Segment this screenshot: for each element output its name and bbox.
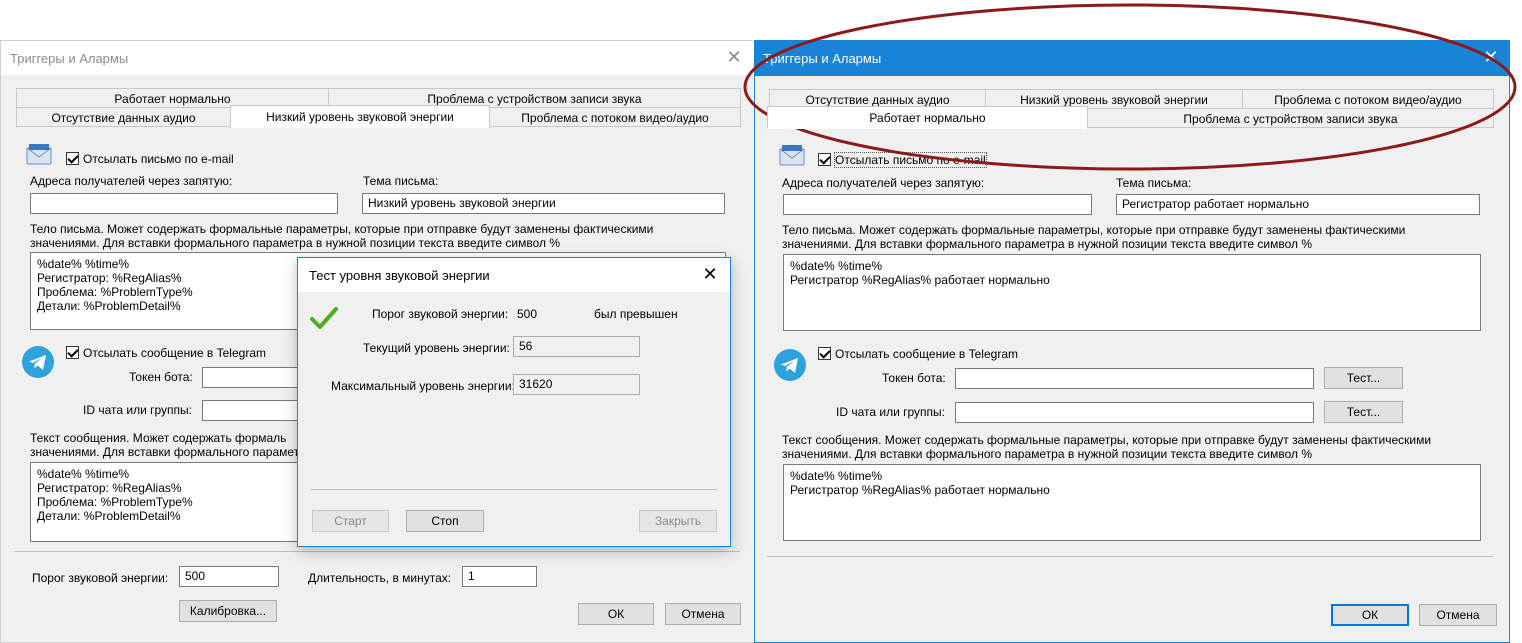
subject-input[interactable]: Низкий уровень звуковой энергии: [362, 193, 725, 214]
tab-normal[interactable]: Работает нормально: [767, 106, 1088, 129]
subject-input[interactable]: Регистратор работает нормально: [1116, 194, 1480, 215]
envelope-icon: [779, 145, 805, 166]
telegram-msg-textarea[interactable]: %date% %time% Регистратор %RegAlias% раб…: [783, 464, 1481, 541]
start-button[interactable]: Старт: [312, 510, 389, 532]
close-icon[interactable]: ✕: [698, 262, 722, 286]
msg-hint-line2: значениями. Для вставки формального пара…: [782, 447, 1313, 461]
dlg-threshold-label: Порог звуковой энергии:: [372, 307, 509, 321]
dlg-current-value: 56: [513, 336, 640, 357]
threshold-input[interactable]: 500: [179, 566, 279, 587]
right-titlebar: Триггеры и Алармы ✕: [755, 41, 1509, 76]
body-hint-line2: значениями. Для вставки формального пара…: [782, 237, 1313, 251]
msg-hint-line1: Текст сообщения. Может содержать формаль: [30, 431, 287, 445]
ok-button[interactable]: ОК: [1331, 604, 1409, 626]
tab-stream-problem[interactable]: Проблема с потоком видео/аудио: [1242, 89, 1494, 109]
tab-audio-device-problem[interactable]: Проблема с устройством записи звука: [1087, 108, 1494, 128]
separator: [14, 551, 740, 552]
calibrate-button[interactable]: Калибровка...: [179, 600, 277, 622]
msg-hint-line2: значениями. Для вставки формального пара…: [30, 445, 306, 459]
checkmark-icon: [310, 307, 338, 329]
body-hint-line1: Тело письма. Может содержать формальные …: [30, 222, 654, 236]
tab-low-energy[interactable]: Низкий уровень звуковой энергии: [230, 105, 490, 128]
envelope-icon: [26, 144, 52, 165]
tab-stream-problem[interactable]: Проблема с потоком видео/аудио: [489, 107, 741, 127]
chat-id-label: ID чата или группы:: [83, 403, 192, 417]
close-button[interactable]: Закрыть: [639, 510, 717, 532]
dlg-threshold-status: был превышен: [594, 307, 678, 321]
threshold-label: Порог звуковой энергии:: [32, 571, 169, 585]
telegram-msg-textarea[interactable]: %date% %time% Регистратор: %RegAlias% Пр…: [30, 462, 320, 542]
bot-token-label: Токен бота:: [882, 371, 946, 385]
chat-id-label: ID чата или группы:: [836, 405, 945, 419]
left-window-title: Триггеры и Алармы: [10, 51, 129, 66]
stop-button[interactable]: Стоп: [406, 510, 484, 532]
body-hint-line1: Тело письма. Может содержать формальные …: [782, 223, 1406, 237]
bot-token-input[interactable]: [955, 368, 1314, 389]
telegram-checkbox[interactable]: [818, 347, 831, 360]
tab-no-audio-data[interactable]: Отсутствие данных аудио: [16, 107, 231, 127]
email-checkbox-label: Отсылать письмо по e-mail: [834, 152, 987, 168]
msg-hint-line1: Текст сообщения. Может содержать формаль…: [782, 433, 1432, 447]
email-body-textarea[interactable]: %date% %time% Регистратор %RegAlias% раб…: [783, 254, 1481, 331]
cancel-button[interactable]: Отмена: [1419, 604, 1497, 626]
dlg-threshold-value: 500: [517, 307, 538, 321]
body-hint-line2: значениями. Для вставки формального пара…: [30, 236, 561, 250]
chat-id-input[interactable]: [955, 402, 1314, 423]
dlg-max-label: Максимальный уровень энергии:: [331, 379, 515, 393]
email-checkbox[interactable]: [818, 153, 831, 166]
left-titlebar: Триггеры и Алармы ✕: [1, 41, 756, 75]
dlg-separator: [311, 489, 717, 490]
recipients-label: Адреса получателей через запятую:: [30, 174, 233, 188]
telegram-checkbox-label: Отсылать сообщение в Telegram: [83, 346, 266, 360]
dlg-current-label: Текущий уровень энергии:: [363, 341, 510, 355]
recipients-label: Адреса получателей через запятую:: [782, 176, 985, 190]
close-icon[interactable]: ✕: [722, 45, 746, 69]
test-dialog-titlebar: Тест уровня звуковой энергии ✕: [298, 258, 730, 292]
test-dialog-title: Тест уровня звуковой энергии: [309, 268, 490, 283]
bot-token-test-button[interactable]: Тест...: [1324, 367, 1403, 389]
recipients-input[interactable]: [783, 194, 1092, 215]
right-window-title: Триггеры и Алармы: [763, 51, 882, 66]
email-checkbox[interactable]: [66, 152, 79, 165]
cancel-button[interactable]: Отмена: [665, 603, 741, 625]
ok-button[interactable]: ОК: [578, 603, 654, 625]
duration-label: Длительность, в минутах:: [308, 571, 452, 585]
telegram-icon: [22, 346, 54, 378]
recipients-input[interactable]: [30, 193, 338, 214]
bot-token-label: Токен бота:: [129, 370, 193, 384]
close-icon[interactable]: ✕: [1479, 45, 1503, 69]
duration-input[interactable]: 1: [462, 566, 537, 587]
telegram-icon: [774, 349, 806, 381]
email-checkbox-label: Отсылать письмо по e-mail: [83, 152, 234, 166]
telegram-checkbox-label: Отсылать сообщение в Telegram: [835, 347, 1018, 361]
right-window: Триггеры и Алармы ✕ Отсутствие данных ау…: [754, 40, 1510, 643]
subject-label: Тема письма:: [363, 174, 439, 188]
dlg-max-value: 31620: [513, 374, 640, 395]
separator: [767, 556, 1493, 557]
subject-label: Тема письма:: [1116, 176, 1192, 190]
chat-id-test-button[interactable]: Тест...: [1324, 401, 1403, 423]
test-dialog: Тест уровня звуковой энергии ✕ Порог зву…: [297, 257, 731, 547]
telegram-checkbox[interactable]: [66, 346, 79, 359]
